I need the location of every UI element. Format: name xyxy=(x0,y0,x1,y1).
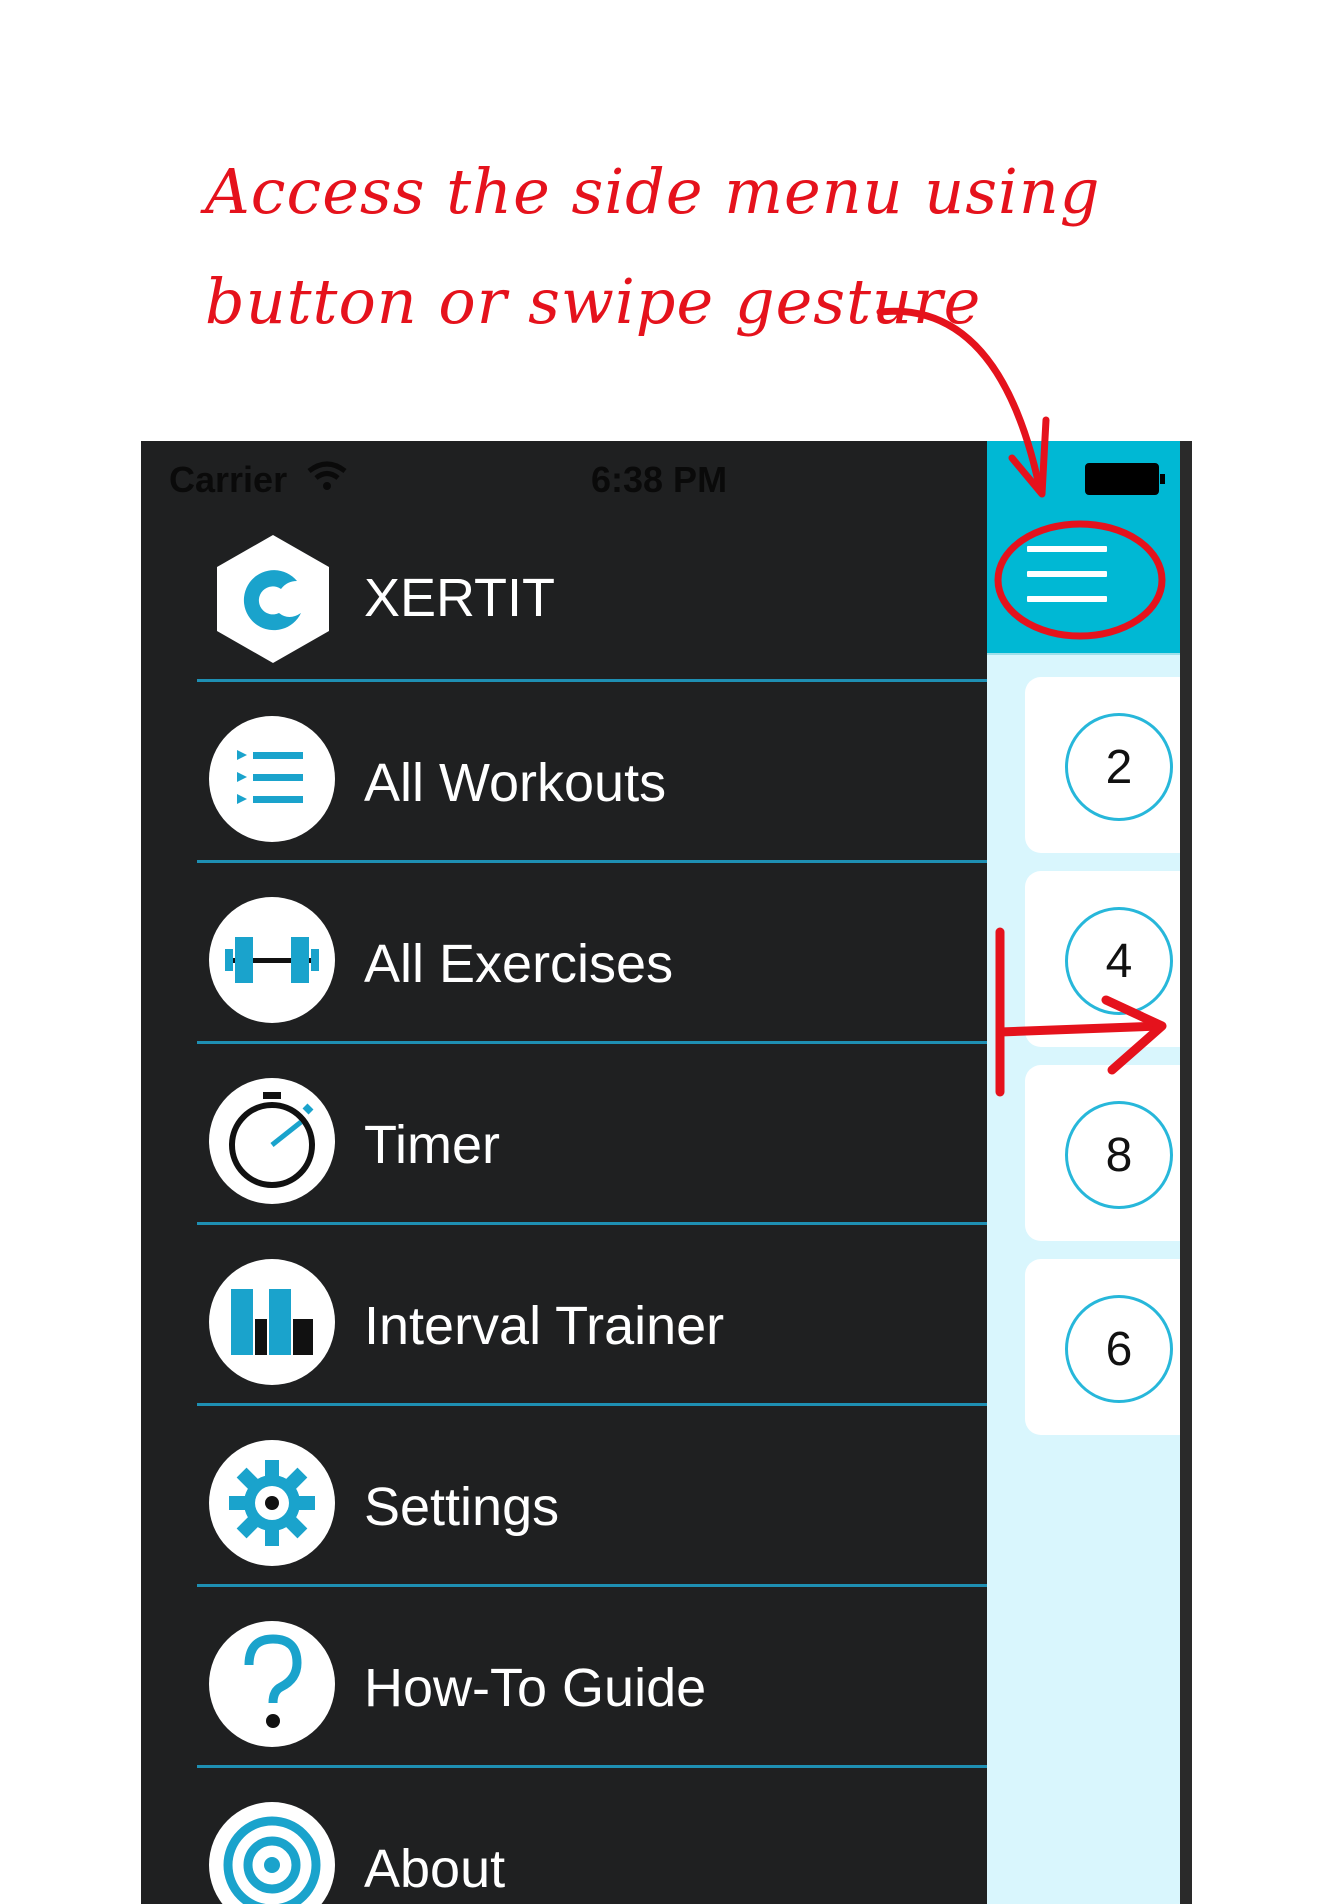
menu-item-label: Timer xyxy=(364,1115,500,1175)
wifi-icon xyxy=(307,461,347,490)
menu-brand-label: XERTIT xyxy=(364,568,556,628)
battery-icon xyxy=(1085,463,1165,495)
workout-card[interactable]: 6 xyxy=(1025,1259,1192,1435)
hamburger-line xyxy=(1027,596,1107,602)
menu-item-label: How-To Guide xyxy=(364,1658,707,1718)
menu-item-how-to-guide[interactable]: How-To Guide xyxy=(197,1587,987,1768)
workout-card[interactable]: 4 xyxy=(1025,871,1192,1047)
stopwatch-icon xyxy=(229,1092,315,1188)
menu-item-settings[interactable]: Settings xyxy=(197,1406,987,1587)
menu-item-label: About xyxy=(364,1839,506,1899)
phone-screen: Carrier 6:38 PM XERTIT All Workouts All … xyxy=(141,441,1192,1904)
menu-item-label: All Exercises xyxy=(364,934,674,994)
bar-chart-icon xyxy=(231,1289,313,1355)
side-menu: Carrier 6:38 PM XERTIT All Workouts All … xyxy=(141,441,987,1904)
workout-count-badge: 8 xyxy=(1065,1101,1173,1209)
workout-count-badge: 2 xyxy=(1065,713,1173,821)
menu-brand[interactable]: XERTIT xyxy=(197,501,987,682)
status-bar: Carrier 6:38 PM xyxy=(141,441,987,501)
menu-item-label: All Workouts xyxy=(364,753,667,813)
workout-count-badge: 6 xyxy=(1065,1295,1173,1403)
carrier-label: Carrier xyxy=(169,459,288,500)
nav-bar xyxy=(987,441,1180,655)
menu-item-all-workouts[interactable]: All Workouts xyxy=(197,682,987,863)
gear-icon xyxy=(229,1460,315,1546)
annotation-line-1: Access the side menu using xyxy=(205,155,1101,228)
status-time: 6:38 PM xyxy=(591,459,728,500)
main-content-peek: 2 4 8 6 xyxy=(987,441,1192,1904)
workout-card[interactable]: 8 xyxy=(1025,1065,1192,1241)
workout-card[interactable]: 2 xyxy=(1025,677,1192,853)
hamburger-line xyxy=(1027,546,1107,552)
xertit-logo-icon xyxy=(217,535,329,663)
question-mark-icon xyxy=(244,1634,302,1728)
menu-button[interactable] xyxy=(1027,546,1107,608)
annotation-line-2: button or swipe gesture xyxy=(205,265,982,338)
dumbbell-icon xyxy=(225,937,319,983)
workout-count-badge: 4 xyxy=(1065,907,1173,1015)
menu-item-label: Interval Trainer xyxy=(364,1296,725,1356)
device-edge xyxy=(1180,441,1192,1904)
menu-item-label: Settings xyxy=(364,1477,560,1537)
menu-item-all-exercises[interactable]: All Exercises xyxy=(197,863,987,1044)
target-icon xyxy=(223,1816,321,1904)
list-icon xyxy=(237,750,303,804)
menu-item-interval-trainer[interactable]: Interval Trainer xyxy=(197,1225,987,1406)
menu-item-timer[interactable]: Timer xyxy=(197,1044,987,1225)
menu-item-about[interactable]: About xyxy=(197,1768,987,1904)
hamburger-line xyxy=(1027,571,1107,577)
